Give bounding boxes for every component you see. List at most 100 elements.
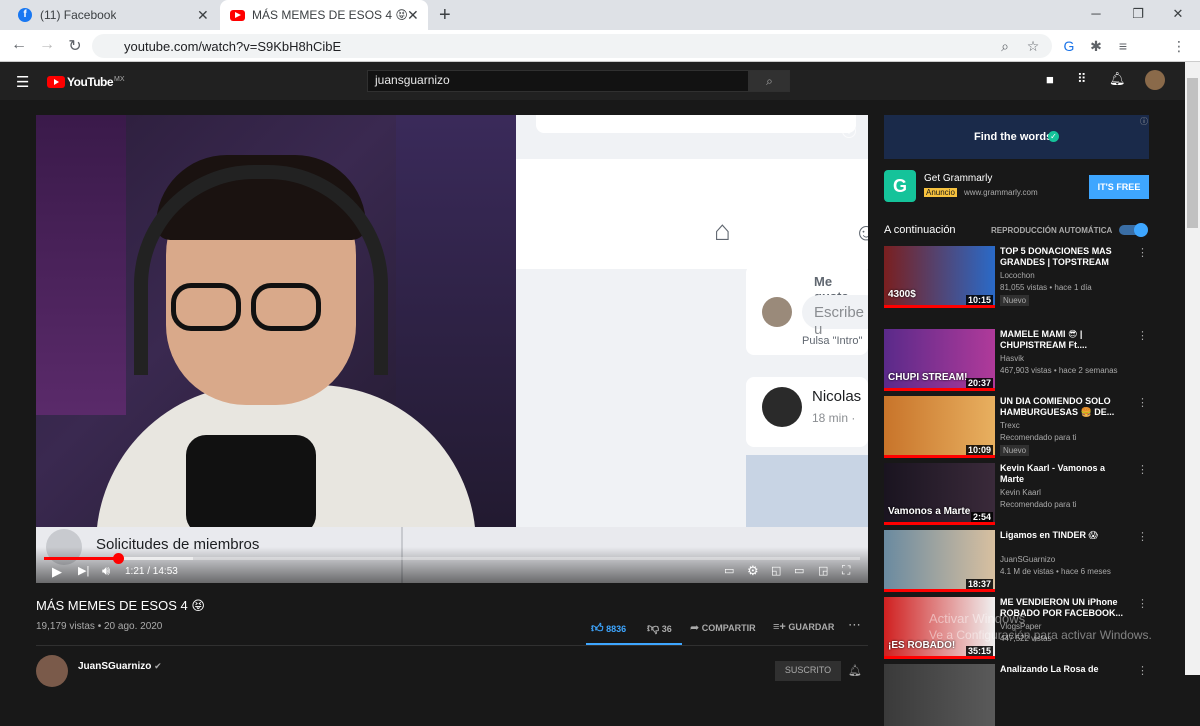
fb-post-avatar: [762, 387, 802, 427]
video-thumbnail[interactable]: Vamonos a Marte 2:54: [884, 463, 995, 525]
fb-post-name: Nicolas: [812, 388, 862, 405]
reload-icon[interactable]: ↻: [66, 36, 84, 56]
video-meta: 467,903 vistas • hace 2 semanas: [1000, 366, 1118, 375]
video-thumbnail[interactable]: 18:37: [884, 530, 995, 592]
check-icon: ✓: [1048, 131, 1059, 142]
window-close-button[interactable]: ✕: [1169, 6, 1187, 22]
channel-name[interactable]: Trexc: [1000, 421, 1020, 430]
theater-mode-icon[interactable]: ▭: [794, 564, 804, 577]
video-thumbnail[interactable]: CHUPI STREAM! 20:37: [884, 329, 995, 391]
subtitles-icon[interactable]: ▭: [724, 564, 734, 577]
share-button[interactable]: ➦ COMPARTIR: [690, 621, 756, 634]
notifications-icon[interactable]: 🔔︎: [1109, 71, 1126, 87]
video-title[interactable]: Analizando La Rosa de: [1000, 664, 1130, 675]
ad-cta-button[interactable]: IT'S FREE: [1089, 175, 1149, 199]
settings-icon[interactable]: ⚙: [747, 563, 759, 579]
tab-youtube[interactable]: MÁS MEMES DE ESOS 4 😝 - You: [220, 0, 428, 30]
recommended-video[interactable]: CHUPI STREAM! 20:37 MAMELE MAMI 😎 | CHUPIS…: [884, 329, 1149, 391]
apps-icon[interactable]: ⠿: [1077, 71, 1087, 87]
video-thumbnail[interactable]: [884, 664, 995, 726]
fb-post-time: 18 min ·: [812, 411, 856, 425]
video-thumbnail[interactable]: 10:09: [884, 396, 995, 458]
ad-info-icon[interactable]: ⓘ: [1140, 116, 1148, 127]
close-tab-icon[interactable]: ✕: [197, 7, 209, 24]
recommended-video[interactable]: Vamonos a Marte 2:54 Kevin Kaarl - Vamonos…: [884, 463, 1149, 525]
notification-bell-icon[interactable]: 🔔︎: [848, 664, 862, 677]
miniplayer-icon[interactable]: ◱: [771, 564, 781, 577]
channel-name[interactable]: Hasvik: [1000, 354, 1024, 363]
more-options-icon[interactable]: ⋮: [1137, 463, 1148, 476]
youtube-icon: [230, 9, 245, 21]
video-player[interactable]: ⌂ ☺ Me gusta Escribe u Pulsa "Intro" Nic…: [36, 115, 868, 583]
glasses-right: [251, 283, 321, 331]
menu-icon[interactable]: ⋮: [1170, 38, 1188, 55]
media-icon[interactable]: ≡: [1114, 38, 1132, 54]
thumbnail-text: 4300$: [888, 289, 916, 300]
recommended-video[interactable]: Analizando La Rosa de ⋮: [884, 664, 1149, 726]
video-duration: 18:37: [965, 579, 993, 589]
like-button[interactable]: 👍︎ 8836: [591, 621, 626, 636]
video-title[interactable]: Ligamos en TINDER 😱: [1000, 530, 1130, 541]
channel-name[interactable]: Kevin Kaarl: [1000, 488, 1041, 497]
back-icon[interactable]: ←: [10, 36, 28, 54]
extensions-icon[interactable]: ✱: [1087, 38, 1105, 55]
search-button[interactable]: ⌕: [749, 70, 790, 92]
close-tab-icon[interactable]: ✕: [407, 7, 419, 24]
minimize-button[interactable]: ─: [1087, 6, 1105, 21]
new-tab-button[interactable]: +: [439, 4, 451, 27]
video-title[interactable]: Kevin Kaarl - Vamonos a Marte: [1000, 463, 1130, 485]
subscribe-button[interactable]: SUSCRITO: [775, 661, 841, 681]
fullscreen-icon[interactable]: ⛶: [842, 563, 850, 578]
more-actions-icon[interactable]: ⋯: [848, 617, 861, 633]
recommended-video[interactable]: 4300$ 10:15 TOP 5 DONACIONES MAS GRANDES |…: [884, 246, 1149, 308]
more-options-icon[interactable]: ⋮: [1137, 396, 1148, 409]
search-input[interactable]: juansguarnizo: [375, 73, 450, 87]
grammarly-logo[interactable]: G: [884, 170, 916, 202]
video-thumbnail[interactable]: 4300$ 10:15: [884, 246, 995, 308]
volume-icon[interactable]: 🔊︎: [102, 563, 110, 579]
more-options-icon[interactable]: ⋮: [1137, 664, 1148, 677]
video-title[interactable]: MAMELE MAMI 😎 | CHUPISTREAM Ft....: [1000, 329, 1130, 351]
more-options-icon[interactable]: ⋮: [1137, 329, 1148, 342]
fb-hint: Pulsa "Intro": [802, 335, 863, 347]
scrollbar-thumb[interactable]: [1187, 78, 1198, 228]
account-avatar[interactable]: [1145, 70, 1165, 90]
more-options-icon[interactable]: ⋮: [1137, 530, 1148, 543]
next-icon[interactable]: ▶|: [78, 564, 89, 577]
url-text[interactable]: youtube.com/watch?v=S9KbH8hCibE: [124, 39, 341, 54]
time-display: 1:21 / 14:53: [125, 566, 178, 577]
forward-icon[interactable]: →: [38, 36, 56, 54]
facebook-screenshot: ⌂ ☺ Me gusta Escribe u Pulsa "Intro" Nic…: [516, 115, 868, 527]
bookmark-star-icon[interactable]: ☆: [1024, 38, 1042, 55]
translate-icon[interactable]: G: [1060, 38, 1078, 54]
youtube-logo[interactable]: YouTube MX: [47, 75, 125, 89]
create-video-icon[interactable]: ■: [1046, 72, 1054, 87]
recommended-video[interactable]: 18:37 Ligamos en TINDER 😱 JuanSGuarnizo 4.1…: [884, 530, 1149, 592]
play-icon[interactable]: ▶: [52, 564, 62, 580]
recommended-video[interactable]: 10:09 UN DIA COMIENDO SOLO HAMBURGUESAS 🍔…: [884, 396, 1149, 458]
zoom-icon[interactable]: ⌕: [996, 38, 1014, 55]
fb-comment-placeholder: Escribe u: [814, 304, 865, 338]
autoplay-toggle-knob[interactable]: [1134, 223, 1148, 237]
maximize-button[interactable]: ❐: [1129, 6, 1147, 22]
video-title[interactable]: UN DIA COMIENDO SOLO HAMBURGUESAS 🍔 DE..…: [1000, 396, 1130, 418]
fb-top-card: [536, 115, 856, 133]
channel-avatar[interactable]: [36, 655, 68, 687]
channel-name[interactable]: JuanSGuarnizo ✔: [78, 661, 162, 672]
ad-title[interactable]: Get Grammarly: [924, 173, 992, 184]
share-label: COMPARTIR: [701, 623, 756, 633]
more-options-icon[interactable]: ⋮: [1137, 246, 1148, 259]
tab-facebook[interactable]: f (11) Facebook: [8, 0, 218, 30]
section-divider: [36, 645, 868, 646]
more-options-icon[interactable]: ⋮: [1137, 597, 1148, 610]
save-button[interactable]: ≡+ GUARDAR: [773, 621, 834, 633]
info-icon[interactable]: i: [842, 124, 856, 138]
channel-name[interactable]: Locochon: [1000, 271, 1035, 280]
browser-tabstrip: f (11) Facebook ✕ MÁS MEMES DE ESOS 4 😝 …: [0, 0, 1200, 30]
video-title[interactable]: TOP 5 DONACIONES MAS GRANDES | TOPSTREAM: [1000, 246, 1130, 268]
channel-name[interactable]: JuanSGuarnizo: [1000, 555, 1055, 564]
hamburger-menu-icon[interactable]: ☰: [16, 73, 29, 91]
dislike-button[interactable]: 👎︎ 36: [647, 621, 672, 636]
cast-icon[interactable]: ◲: [818, 564, 828, 577]
scrubber-handle[interactable]: [113, 553, 124, 564]
